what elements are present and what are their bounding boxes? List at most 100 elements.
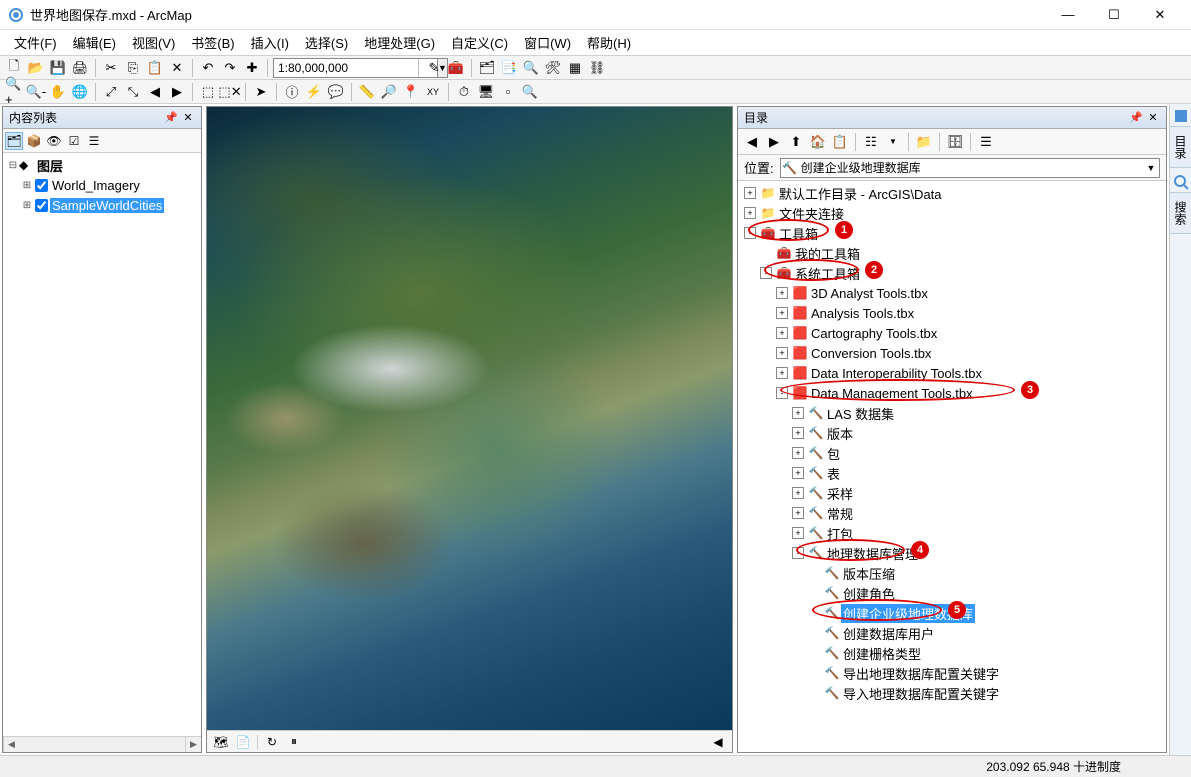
close-button[interactable]: ✕ [1137, 0, 1183, 30]
layer-checkbox[interactable] [35, 199, 48, 212]
list-by-source-icon[interactable]: 📦 [25, 132, 43, 150]
view-dropdown-icon[interactable]: ▼ [883, 132, 903, 152]
arctoolbox-icon[interactable]: 🛠 [543, 58, 563, 78]
menu-item[interactable]: 选择(S) [297, 30, 356, 55]
pointer-icon[interactable]: ➤ [251, 82, 271, 102]
pan-icon[interactable]: ✋ [48, 82, 68, 102]
forward-icon[interactable]: ▶ [764, 132, 784, 152]
refresh-icon[interactable]: ↻ [264, 734, 280, 750]
find-icon[interactable]: 🔎 [379, 82, 399, 102]
html-popup-icon[interactable]: 💬 [326, 82, 346, 102]
layout-view-icon[interactable]: 📄 [235, 734, 251, 750]
catalog-item[interactable]: +🟥3D Analyst Tools.tbx [740, 283, 1164, 303]
toc-scrollbar[interactable]: ◀▶ [3, 736, 201, 752]
catalog-item[interactable]: +🔨打包 [740, 523, 1164, 543]
catalog-item[interactable]: +📁默认工作目录 - ArcGIS\Data [740, 183, 1164, 203]
catalog-item[interactable]: 🔨导出地理数据库配置关键字 [740, 663, 1164, 683]
catalog-item[interactable]: +🟥Data Interoperability Tools.tbx [740, 363, 1164, 383]
toc-root[interactable]: ⊟ ◆ 图层 [5, 155, 199, 175]
zoom-in-icon[interactable]: 🔍+ [4, 82, 24, 102]
list-by-drawing-order-icon[interactable]: 🗂 [5, 132, 23, 150]
expand-icon[interactable]: - [792, 547, 804, 559]
expand-icon[interactable]: + [776, 287, 788, 299]
identify-icon[interactable]: ⓘ [282, 82, 302, 102]
catalog-item[interactable]: +📁文件夹连接 [740, 203, 1164, 223]
expand-icon[interactable]: + [792, 527, 804, 539]
close-catalog-icon[interactable]: ✕ [1146, 111, 1160, 125]
scale-box[interactable]: ▼ [273, 58, 413, 78]
catalog-item[interactable]: -🔨地理数据库管理 [740, 543, 1164, 563]
catalog-item[interactable]: +🔨采样 [740, 483, 1164, 503]
catalog-item[interactable]: +🟥Conversion Tools.tbx [740, 343, 1164, 363]
maximize-button[interactable]: ☐ [1091, 0, 1137, 30]
catalog-icon[interactable]: 📑 [499, 58, 519, 78]
catalog-item[interactable]: +🔨表 [740, 463, 1164, 483]
hyperlink-icon[interactable]: ⚡ [304, 82, 324, 102]
collapse-icon[interactable]: ⊟ [7, 160, 19, 171]
scroll-left-icon[interactable]: ◀ [710, 734, 726, 750]
toc-icon[interactable]: 🗂 [477, 58, 497, 78]
fixed-zoom-in-icon[interactable]: ⤢ [101, 82, 121, 102]
catalog-item[interactable]: +🔨版本 [740, 423, 1164, 443]
open-icon[interactable]: 📂 [26, 58, 46, 78]
measure-icon[interactable]: 📏 [357, 82, 377, 102]
close-toc-icon[interactable]: ✕ [181, 111, 195, 125]
pause-icon[interactable]: ⏸ [286, 734, 302, 750]
fixed-zoom-out-icon[interactable]: ⤡ [123, 82, 143, 102]
menu-item[interactable]: 插入(I) [243, 30, 297, 55]
new-icon[interactable]: 🗋 [4, 58, 24, 78]
layer-checkbox[interactable] [35, 179, 48, 192]
python-icon[interactable]: ▦ [565, 58, 585, 78]
zoom-out-icon[interactable]: 🔍- [26, 82, 46, 102]
catalog-item[interactable]: -🟥Data Management Tools.tbx [740, 383, 1164, 403]
catalog-item[interactable]: 🧰我的工具箱 [740, 243, 1164, 263]
view-mode-icon[interactable]: ☷ [861, 132, 881, 152]
undo-icon[interactable]: ↶ [198, 58, 218, 78]
scale-input[interactable] [273, 58, 438, 78]
overview-icon[interactable]: ▫ [498, 82, 518, 102]
search-tool-icon[interactable]: 🔍 [521, 58, 541, 78]
catalog-item[interactable]: 🔨版本压缩 [740, 563, 1164, 583]
expand-icon[interactable]: ⊞ [21, 200, 33, 211]
delete-icon[interactable]: ✕ [167, 58, 187, 78]
expand-icon[interactable]: + [776, 367, 788, 379]
search-tab[interactable]: 搜索 [1169, 192, 1191, 234]
catalog-item[interactable]: 🔨创建数据库用户 [740, 623, 1164, 643]
menu-item[interactable]: 视图(V) [124, 30, 183, 55]
expand-icon[interactable]: - [744, 227, 756, 239]
expand-icon[interactable]: - [760, 267, 772, 279]
toolbox-icon[interactable]: 🧰 [446, 58, 466, 78]
expand-icon[interactable]: + [744, 187, 756, 199]
expand-icon[interactable]: + [776, 347, 788, 359]
options-icon[interactable]: ☰ [85, 132, 103, 150]
print-icon[interactable]: 🖨 [70, 58, 90, 78]
expand-icon[interactable]: + [792, 407, 804, 419]
time-slider-icon[interactable]: ⏱ [454, 82, 474, 102]
toc-layer[interactable]: ⊞ World_Imagery [5, 175, 199, 195]
expand-icon[interactable]: + [792, 447, 804, 459]
copy-icon[interactable]: ⎘ [123, 58, 143, 78]
menu-item[interactable]: 编辑(E) [65, 30, 124, 55]
redo-icon[interactable]: ↷ [220, 58, 240, 78]
goto-xy-icon[interactable]: XY [423, 82, 443, 102]
full-extent-icon[interactable]: 🌐 [70, 82, 90, 102]
catalog-item[interactable]: +🟥Analysis Tools.tbx [740, 303, 1164, 323]
back-icon[interactable]: ◀ [742, 132, 762, 152]
prev-extent-icon[interactable]: ◀ [145, 82, 165, 102]
catalog-item[interactable]: +🔨常规 [740, 503, 1164, 523]
menu-item[interactable]: 地理处理(G) [356, 30, 443, 55]
map-canvas[interactable] [207, 107, 732, 730]
home-icon[interactable]: 🏠 [808, 132, 828, 152]
catalog-item[interactable]: 🔨创建企业级地理数据库 [740, 603, 1164, 623]
save-icon[interactable]: 💾 [48, 58, 68, 78]
modelbuilder-icon[interactable]: ⛓ [587, 58, 607, 78]
expand-icon[interactable]: + [776, 307, 788, 319]
options2-icon[interactable]: ☰ [976, 132, 996, 152]
menu-item[interactable]: 帮助(H) [579, 30, 639, 55]
next-extent-icon[interactable]: ▶ [167, 82, 187, 102]
expand-icon[interactable]: + [744, 207, 756, 219]
catalog-item[interactable]: +🔨LAS 数据集 [740, 403, 1164, 423]
pin-catalog-icon[interactable]: 📌 [1129, 111, 1143, 125]
connect-folder-icon[interactable]: 📁 [914, 132, 934, 152]
expand-icon[interactable]: + [792, 487, 804, 499]
